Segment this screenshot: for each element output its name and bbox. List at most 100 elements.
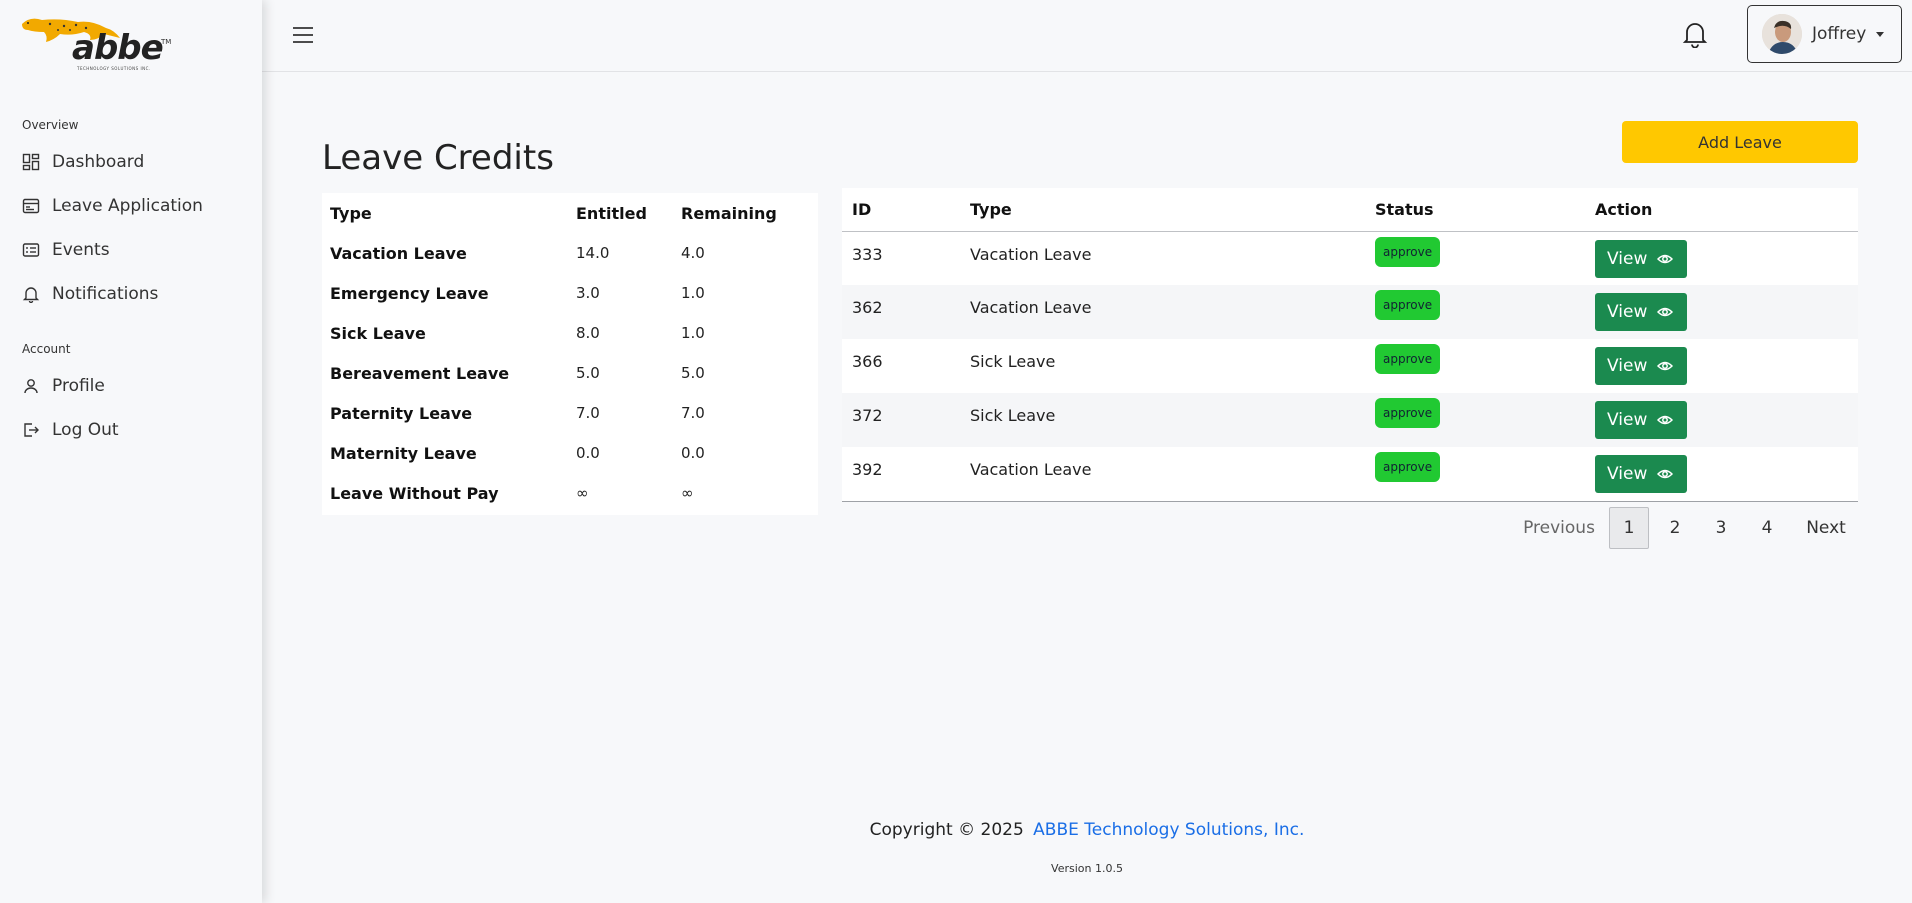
table-row: 392 Vacation Leave approve View — [842, 447, 1858, 502]
column-header: Type — [330, 203, 372, 223]
sidebar-item-profile[interactable]: Profile — [22, 370, 252, 402]
sidebar-item-label: Profile — [52, 376, 105, 396]
company-logo[interactable]: abbe TM TECHNOLOGY SOLUTIONS INC. — [20, 14, 175, 76]
leave-id-cell: 366 — [842, 339, 960, 393]
eye-icon — [1657, 361, 1674, 371]
view-button-label: View — [1607, 248, 1648, 269]
eye-icon — [1657, 469, 1674, 479]
user-menu-button[interactable]: Joffrey — [1747, 5, 1902, 63]
action-cell: View — [1585, 285, 1858, 339]
leave-type-cell: Maternity Leave — [330, 443, 477, 463]
leave-type-cell: Vacation Leave — [960, 285, 1365, 339]
entitled-cell: 8.0 — [576, 324, 600, 342]
pagination-previous[interactable]: Previous — [1512, 507, 1606, 549]
remaining-cell: 1.0 — [681, 324, 705, 342]
pagination-page-3[interactable]: 3 — [1698, 507, 1744, 549]
entitled-cell: 7.0 — [576, 404, 600, 422]
leave-id-cell: 372 — [842, 393, 960, 447]
entitled-cell: 0.0 — [576, 444, 600, 462]
bell-icon — [22, 287, 40, 303]
table-row: 362 Vacation Leave approve View — [842, 285, 1858, 339]
user-name: Joffrey — [1812, 24, 1867, 44]
column-header: ID — [842, 188, 960, 232]
remaining-cell: ∞ — [681, 484, 694, 502]
column-header: Action — [1585, 188, 1858, 232]
copyright-text: Copyright © 2025 — [869, 820, 1024, 840]
pagination-page-2[interactable]: 2 — [1652, 507, 1698, 549]
leave-type-cell: Sick Leave — [960, 393, 1365, 447]
view-button[interactable]: View — [1595, 401, 1687, 439]
menu-toggle-icon[interactable] — [292, 24, 314, 46]
entitled-cell: 5.0 — [576, 364, 600, 382]
top-bar: Joffrey — [262, 0, 1912, 72]
status-cell: approve — [1365, 285, 1585, 339]
view-button[interactable]: View — [1595, 455, 1687, 493]
leave-type-cell: Vacation Leave — [330, 243, 467, 263]
user-icon — [24, 379, 38, 394]
pagination-page-4[interactable]: 4 — [1744, 507, 1790, 549]
action-cell: View — [1585, 339, 1858, 393]
view-button[interactable]: View — [1595, 293, 1687, 331]
status-cell: approve — [1365, 231, 1585, 285]
view-button[interactable]: View — [1595, 239, 1687, 278]
sidebar: abbe TM TECHNOLOGY SOLUTIONS INC. Overvi… — [0, 0, 262, 903]
sidebar-item-events[interactable]: Events — [22, 234, 252, 266]
leave-type-cell: Vacation Leave — [960, 447, 1365, 502]
table-row: 333 Vacation Leave approve View — [842, 231, 1858, 285]
notification-bell-icon[interactable] — [1682, 20, 1708, 48]
view-button-label: View — [1607, 356, 1648, 376]
table-row: Vacation Leave 14.0 4.0 — [322, 233, 818, 273]
logo-tagline: TECHNOLOGY SOLUTIONS INC. — [77, 66, 151, 71]
leave-type-cell: Emergency Leave — [330, 283, 489, 303]
section-title-account: Account — [22, 342, 71, 356]
sidebar-item-logout[interactable]: Log Out — [22, 414, 252, 446]
leave-id-cell: 333 — [842, 231, 960, 285]
status-badge: approve — [1375, 236, 1441, 267]
view-button-label: View — [1607, 302, 1648, 322]
table-row: Paternity Leave 7.0 7.0 — [322, 393, 818, 433]
action-cell: View — [1585, 447, 1858, 502]
view-button-label: View — [1607, 410, 1648, 430]
leave-applications-table: ID Type Status Action 333 Vacation Leave… — [842, 188, 1858, 502]
remaining-cell: 7.0 — [681, 404, 705, 422]
status-badge: approve — [1375, 290, 1441, 320]
table-row: 366 Sick Leave approve View — [842, 339, 1858, 393]
sidebar-item-label: Log Out — [52, 420, 119, 440]
table-row: 372 Sick Leave approve View — [842, 393, 1858, 447]
pagination-page-1[interactable]: 1 — [1609, 507, 1649, 549]
user-photo-icon — [1762, 14, 1802, 54]
table-row: Maternity Leave 0.0 0.0 — [322, 433, 818, 473]
table-row: Bereavement Leave 5.0 5.0 — [322, 353, 818, 393]
action-cell: View — [1585, 393, 1858, 447]
leave-type-cell: Leave Without Pay — [330, 483, 499, 503]
eye-icon — [1657, 307, 1674, 317]
sidebar-item-leave-application[interactable]: Leave Application — [22, 190, 252, 222]
add-leave-button[interactable]: Add Leave — [1622, 121, 1858, 163]
remaining-cell: 0.0 — [681, 444, 705, 462]
company-link[interactable]: ABBE Technology Solutions, Inc. — [1033, 820, 1304, 840]
sidebar-item-dashboard[interactable]: Dashboard — [22, 146, 252, 178]
table-row: Emergency Leave 3.0 1.0 — [322, 273, 818, 313]
status-cell: approve — [1365, 393, 1585, 447]
leave-type-cell: Paternity Leave — [330, 403, 473, 423]
chevron-down-icon — [1876, 31, 1885, 37]
view-button[interactable]: View — [1595, 347, 1687, 385]
sidebar-item-label: Notifications — [52, 284, 159, 304]
dashboard-icon — [22, 153, 40, 171]
sidebar-item-label: Events — [52, 240, 110, 260]
leave-type-cell: Bereavement Leave — [330, 363, 510, 383]
section-title-overview: Overview — [22, 118, 79, 132]
eye-icon — [1657, 415, 1674, 425]
column-header: Remaining — [681, 203, 777, 223]
leave-application-icon — [22, 198, 40, 214]
view-button-label: View — [1607, 464, 1648, 484]
remaining-cell: 5.0 — [681, 364, 705, 382]
sidebar-item-notifications[interactable]: Notifications — [22, 278, 252, 310]
pagination-next[interactable]: Next — [1790, 507, 1862, 549]
entitled-cell: 3.0 — [576, 284, 600, 302]
status-badge: approve — [1375, 344, 1441, 374]
column-header: Entitled — [576, 203, 647, 223]
logo-wordmark: abbe — [72, 28, 164, 68]
leave-type-cell: Vacation Leave — [960, 231, 1365, 285]
avatar — [1762, 14, 1802, 54]
